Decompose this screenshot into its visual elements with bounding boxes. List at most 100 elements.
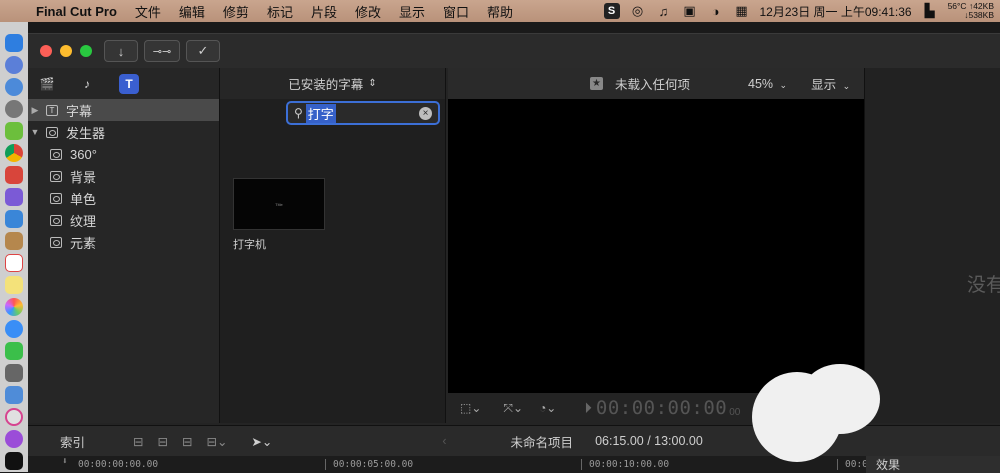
disclosure-down-icon[interactable]: ▼: [28, 127, 42, 137]
messages-icon[interactable]: [5, 320, 23, 338]
close-window-button[interactable]: [40, 45, 52, 57]
sidebar-item-label: 360°: [70, 147, 97, 162]
effects-browser-tab[interactable]: 效果: [866, 456, 1000, 473]
titles-generators-icon[interactable]: T: [119, 74, 139, 94]
facetime-alt-icon[interactable]: [5, 364, 23, 382]
podcasts-icon[interactable]: [5, 430, 23, 448]
project-name: 未命名项目: [511, 432, 574, 451]
ruler-tick: [837, 459, 838, 470]
browser-header[interactable]: 已安装的字幕 ⇕: [220, 68, 445, 99]
music-icon[interactable]: ♫: [656, 3, 672, 19]
globe-icon[interactable]: ◎: [630, 3, 646, 19]
menu-view[interactable]: 显示: [399, 2, 425, 21]
app-menu[interactable]: Final Cut Pro: [36, 4, 117, 19]
select-tool-icon[interactable]: ➤⌄: [251, 434, 272, 449]
timeline-ruler: ⬇ 00:00:00:00.00 00:00:05:00.00 00:00:10…: [28, 456, 1000, 473]
photos-icon[interactable]: [5, 298, 23, 316]
menu-mark[interactable]: 标记: [267, 2, 293, 21]
inspector-panel: 没有: [864, 68, 1000, 423]
finder-icon[interactable]: [5, 34, 23, 52]
sidebar-item-solids[interactable]: 单色: [28, 187, 219, 209]
sidebar-item-elements[interactable]: 元素: [28, 231, 219, 253]
timecode-suffix: 00: [729, 407, 740, 418]
menubar-clock[interactable]: 12月23日 周一 上午09:41:36: [760, 3, 912, 20]
calendar-app-icon[interactable]: [5, 254, 23, 272]
speed-icon[interactable]: ◔⌄: [539, 401, 556, 415]
rocket-icon[interactable]: [5, 100, 23, 118]
menu-modify[interactable]: 修改: [355, 2, 381, 21]
menu-trim[interactable]: 修剪: [223, 2, 249, 21]
search-input[interactable]: ⚲ 打字 ×: [286, 101, 440, 125]
background-tasks-button[interactable]: ✓: [186, 40, 220, 62]
sidebar-item-360[interactable]: 360°: [28, 143, 219, 165]
overwrite-clip-icon[interactable]: ⊟⌄: [206, 434, 227, 449]
menu-window[interactable]: 窗口: [443, 2, 469, 21]
android-icon[interactable]: [5, 122, 23, 140]
minimize-window-button[interactable]: [60, 45, 72, 57]
macos-menubar: Final Cut Pro 文件 编辑 修剪 标记 片段 修改 显示 窗口 帮助…: [0, 0, 1000, 22]
launchpad-icon[interactable]: [5, 56, 23, 74]
itunes-icon[interactable]: [5, 408, 23, 426]
notes-icon[interactable]: [5, 276, 23, 294]
view-options-icon[interactable]: ⬚⌄: [460, 401, 481, 415]
disclosure-right-icon[interactable]: ▶: [28, 105, 42, 116]
calendar-icon[interactable]: ▦: [734, 3, 750, 19]
presentation-icon[interactable]: ▣: [682, 3, 698, 19]
connect-clip-icon[interactable]: ⊟: [133, 434, 143, 449]
no-item-text: 没有: [967, 270, 1000, 297]
sidebar-item-titles[interactable]: ▶ T 字幕: [28, 99, 219, 121]
play-button[interactable]: ⏵: [584, 400, 592, 417]
facetime-icon[interactable]: [5, 342, 23, 360]
app-red-icon[interactable]: [5, 166, 23, 184]
chevron-left-icon[interactable]: ‹: [442, 434, 446, 448]
media-library-icon[interactable]: 🎬: [37, 74, 57, 94]
chrome-icon[interactable]: [5, 144, 23, 162]
apple-tv-icon[interactable]: [5, 452, 23, 470]
menu-help[interactable]: 帮助: [487, 2, 513, 21]
generator-icon: [50, 171, 62, 182]
photos-audio-icon[interactable]: ♪: [77, 74, 97, 94]
generator-icon: [46, 127, 58, 138]
ruler-tick: [581, 459, 582, 470]
sidebar-item-textures[interactable]: 纹理: [28, 209, 219, 231]
sidebar-item-generators[interactable]: ▼ 发生器: [28, 121, 219, 143]
download-arrow-icon: ↓: [118, 44, 125, 59]
insert-clip-icon[interactable]: ⊟: [158, 434, 168, 449]
speedometer-icon[interactable]: ◑: [708, 3, 724, 19]
chevron-down-icon: ⌄: [843, 81, 851, 91]
star-icon[interactable]: ★: [590, 77, 603, 90]
display-menu[interactable]: 显示 ⌄: [811, 74, 850, 93]
menu-file[interactable]: 文件: [135, 2, 161, 21]
ruler-label: 00:00:10:00.00: [589, 459, 669, 470]
index-button[interactable]: 索引: [60, 432, 85, 451]
notification-icon[interactable]: ▙: [922, 3, 938, 19]
viewer-canvas[interactable]: [448, 99, 864, 393]
dock: [0, 22, 28, 472]
menubar-status-area: S ◎ ♫ ▣ ◑ ▦ 12月23日 周一 上午09:41:36 ▙ 56°C …: [604, 0, 1000, 22]
search-input-value[interactable]: 打字: [306, 104, 336, 123]
zoom-window-button[interactable]: [80, 45, 92, 57]
append-clip-icon[interactable]: ⊟: [182, 434, 192, 449]
playhead-icon[interactable]: ⬇: [62, 456, 68, 467]
clear-search-icon[interactable]: ×: [419, 107, 432, 120]
sogou-input-icon[interactable]: S: [604, 3, 620, 19]
ruler-label: 00:00:05:00.00: [333, 459, 413, 470]
transform-tool-icon[interactable]: ⤧⌄: [503, 401, 523, 416]
title-clip-thumbnail[interactable]: Title: [233, 178, 325, 230]
keywords-button[interactable]: ⊸⊸: [144, 40, 180, 62]
system-monitor[interactable]: 56°C ↑42KB ↓538KB: [948, 2, 994, 20]
app-purple-icon[interactable]: [5, 188, 23, 206]
menu-clip[interactable]: 片段: [311, 2, 337, 21]
xcode-icon[interactable]: [5, 210, 23, 228]
import-button[interactable]: ↓: [104, 40, 138, 62]
titles-t-icon: T: [46, 105, 58, 116]
ruler-label: 00:00:00:00.00: [78, 459, 158, 470]
notebook-icon[interactable]: [5, 232, 23, 250]
window-toolbar: ↓ ⊸⊸ ✓: [28, 34, 1000, 68]
zoom-menu[interactable]: 45% ⌄: [748, 77, 787, 91]
menu-edit[interactable]: 编辑: [179, 2, 205, 21]
safari-icon[interactable]: [5, 78, 23, 96]
sidebar-item-backgrounds[interactable]: 背景: [28, 165, 219, 187]
thumb-text: Title: [275, 202, 282, 207]
preview-icon[interactable]: [5, 386, 23, 404]
